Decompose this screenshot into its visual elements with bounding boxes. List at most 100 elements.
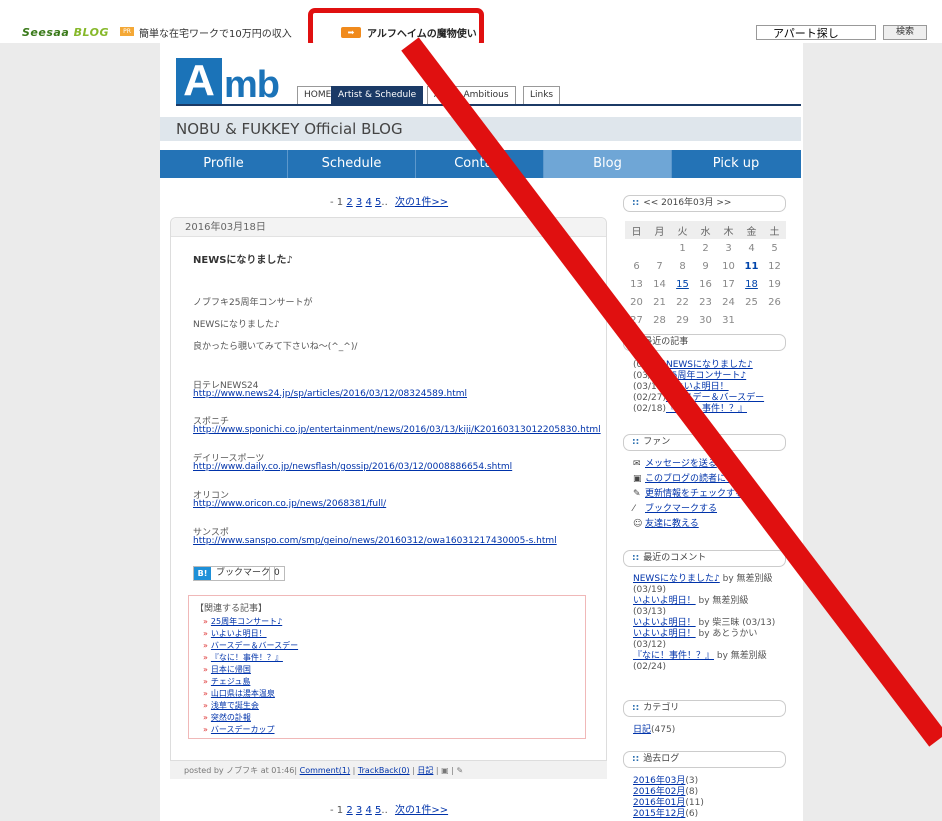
related-link[interactable]: バースデー＆バースデー: [203, 640, 298, 651]
bookmark-count: 0: [269, 566, 285, 581]
page-1[interactable]: 1: [337, 197, 343, 208]
archive-count: (6): [685, 809, 699, 819]
nav-profile[interactable]: Profile: [160, 150, 288, 178]
friends-icon: ☺: [633, 519, 643, 529]
source-link[interactable]: http://www.oricon.co.jp/news/2068381/ful…: [193, 499, 386, 509]
seesaa-logo[interactable]: Seesaa BLOG: [22, 26, 109, 39]
recent-link[interactable]: いよいよ明日！: [666, 382, 729, 392]
comment-post-link[interactable]: いよいよ明日！: [633, 618, 696, 628]
recent-date: (03/18): [633, 360, 666, 370]
category-link[interactable]: 日記: [417, 766, 433, 775]
recent-item: (02/27)バースデー＆バースデー: [633, 393, 786, 404]
recent-link[interactable]: 25周年コンサート♪: [666, 371, 746, 381]
archive-link[interactable]: 2016年01月: [633, 798, 685, 808]
page-2[interactable]: 2: [346, 197, 352, 208]
weekday: 月: [648, 221, 671, 239]
comment-post-link[interactable]: いよいよ明日！: [633, 596, 696, 606]
comment-author: by 柴三昧 (03/13): [698, 618, 776, 628]
related-link[interactable]: チェジュ島: [203, 676, 250, 687]
recent-link[interactable]: 『なに！事件！？』: [666, 404, 747, 414]
recent-item: (03/11)いよいよ明日！: [633, 382, 786, 393]
page-3[interactable]: 3: [356, 197, 362, 208]
calendar-day: [740, 311, 763, 329]
post-title: NEWSになりました♪: [193, 255, 293, 266]
comment-author: by 無差別級: [722, 574, 773, 584]
calendar-day-link[interactable]: 15: [671, 275, 694, 293]
category-link[interactable]: 日記: [633, 725, 651, 735]
weekday: 土: [763, 221, 786, 239]
calendar-day: 5: [771, 242, 778, 254]
calendar-header[interactable]: :: << 2016年03月 >>: [623, 195, 786, 212]
check-updates-link[interactable]: 更新情報をチェックする: [645, 489, 744, 499]
nav-blog[interactable]: Blog: [544, 150, 672, 178]
search-button[interactable]: 検索: [883, 25, 927, 40]
source-link[interactable]: http://www.daily.co.jp/newsflash/gossip/…: [193, 462, 512, 472]
trackback-link[interactable]: TrackBack(0): [358, 766, 410, 775]
page-4[interactable]: 4: [365, 805, 371, 816]
bookmark-link[interactable]: ブックマークする: [645, 504, 717, 514]
page-4[interactable]: 4: [365, 197, 371, 208]
next-page-link[interactable]: 次の1件>>: [395, 805, 448, 816]
related-link[interactable]: 『なに！事件！？』: [203, 652, 283, 663]
fan-title: ファン: [643, 437, 671, 447]
rss-icon[interactable]: ✎: [457, 766, 464, 775]
archive-count: (8): [685, 787, 699, 797]
archive-widget: :: 過去ログ 2016年03月(3) 2016年02月(8) 2016年01月(…: [623, 751, 786, 820]
archive-header: :: 過去ログ: [623, 751, 786, 768]
calendar-day: 1: [679, 242, 686, 254]
related-link[interactable]: 日本に帰国: [203, 664, 251, 675]
become-reader-link[interactable]: このブログの読者になる: [645, 474, 744, 484]
calendar-day: 22: [676, 296, 689, 308]
calendar-day: 12: [768, 260, 781, 272]
comment-item: NEWSになりました♪ by 無差別級 (03/19): [633, 574, 786, 596]
bullet-icon: ::: [632, 437, 640, 447]
source-link[interactable]: http://www.sanspo.com/smp/geino/news/201…: [193, 536, 557, 546]
calendar-day: 14: [653, 278, 666, 290]
related-link[interactable]: 山口県は湯本温泉: [203, 688, 275, 699]
nav-contact[interactable]: Contact: [416, 150, 544, 178]
page-1[interactable]: 1: [337, 805, 343, 816]
category-header: :: カテゴリ: [623, 700, 786, 717]
recent-link[interactable]: NEWSになりました♪: [666, 360, 753, 370]
nav-pickup[interactable]: Pick up: [672, 150, 800, 178]
bookmark-button[interactable]: B! ブックマーク: [193, 566, 276, 581]
calendar-day-today[interactable]: 11: [740, 257, 763, 275]
comment-link[interactable]: Comment(1): [300, 766, 351, 775]
nav-schedule[interactable]: Schedule: [288, 150, 416, 178]
related-link[interactable]: いよいよ明日！: [203, 628, 267, 639]
comment-post-link[interactable]: いよいよ明日！: [633, 629, 696, 639]
next-page-link[interactable]: 次の1件>>: [395, 197, 448, 208]
send-message-link[interactable]: メッセージを送る: [645, 459, 717, 469]
page-2[interactable]: 2: [346, 805, 352, 816]
tab-links[interactable]: Links: [523, 86, 561, 104]
comment-post-link[interactable]: NEWSになりました♪: [633, 574, 720, 584]
tell-friend-link[interactable]: 友達に教える: [645, 519, 699, 529]
archive-link[interactable]: 2016年03月: [633, 776, 685, 786]
ad-link[interactable]: 簡単な在宅ワークで10万円の収入: [139, 25, 292, 40]
comment-date: (03/12): [633, 640, 666, 650]
post-line: 良かったら覗いてみて下さいね〜(^_^)/: [193, 342, 358, 352]
archive-count: (11): [685, 798, 704, 808]
archive-link[interactable]: 2016年02月: [633, 787, 685, 797]
reader-icon[interactable]: ▣: [441, 766, 449, 775]
related-link[interactable]: 25周年コンサート♪: [203, 616, 282, 627]
recent-item: (02/18)『なに！事件！？』: [633, 404, 786, 415]
pr-badge: PR: [120, 27, 134, 36]
calendar-day: 28: [653, 314, 666, 326]
calendar-day: 19: [768, 278, 781, 290]
bookmark-icon: ⁄: [633, 504, 635, 514]
source-link[interactable]: http://www.news24.jp/sp/articles/2016/03…: [193, 389, 467, 399]
tab-artist-schedule[interactable]: Artist & Schedule: [331, 86, 424, 104]
related-link[interactable]: バースデーカップ: [203, 724, 275, 735]
calendar-day-link[interactable]: 18: [740, 275, 763, 293]
tab-about-ambitious[interactable]: About Ambitious: [427, 86, 516, 104]
calendar-title: << 2016年03月 >>: [643, 198, 732, 208]
archive-link[interactable]: 2015年12月: [633, 809, 685, 819]
related-link[interactable]: 突然の訃報: [203, 712, 251, 723]
search-input[interactable]: [756, 25, 876, 40]
recent-link[interactable]: バースデー＆バースデー: [666, 393, 764, 403]
source-link[interactable]: http://www.sponichi.co.jp/entertainment/…: [193, 425, 601, 435]
comment-post-link[interactable]: 『なに！事件！？』: [633, 651, 714, 661]
page-3[interactable]: 3: [356, 805, 362, 816]
related-link[interactable]: 浅草で誕生会: [203, 700, 259, 711]
